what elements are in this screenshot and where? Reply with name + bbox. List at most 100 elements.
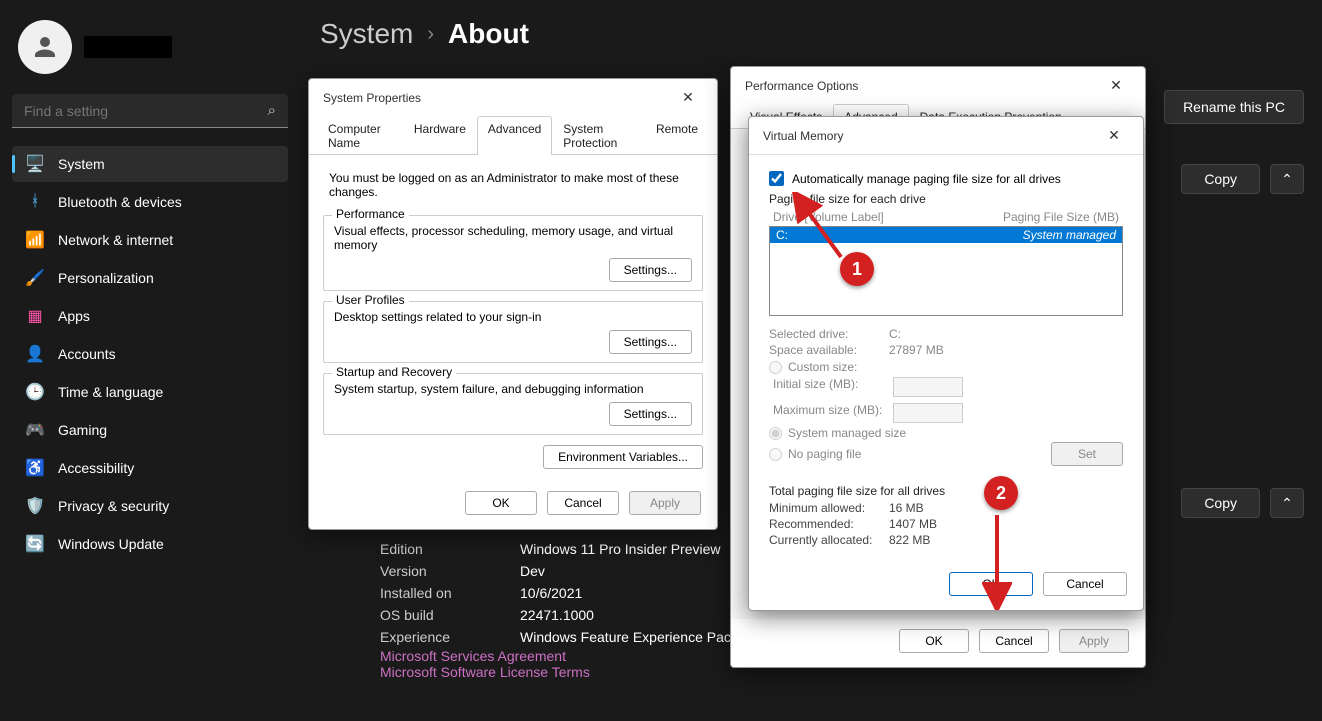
rename-pc-button[interactable]: Rename this PC	[1164, 90, 1304, 124]
chevron-right-icon: ›	[427, 23, 434, 46]
tab-advanced[interactable]: Advanced	[477, 116, 552, 155]
perfopts-title: Performance Options	[745, 79, 858, 93]
system-managed-label: System managed size	[788, 426, 906, 440]
spec-row: EditionWindows 11 Pro Insider Preview	[380, 538, 765, 560]
nav-label: Bluetooth & devices	[58, 194, 182, 210]
vmem-cancel-button[interactable]: Cancel	[1043, 572, 1127, 596]
startup-settings-button[interactable]: Settings...	[609, 402, 692, 426]
vmem-title: Virtual Memory	[763, 129, 843, 143]
nav-icon: 🖌️	[26, 269, 44, 287]
nav-label: Network & internet	[58, 232, 173, 248]
spec-key: Installed on	[380, 585, 490, 601]
sidebar-item-system[interactable]: 🖥️System	[12, 146, 288, 182]
settings-sidebar: ⌕ 🖥️System ᚼ Bluetooth & devices 📶Network &…	[0, 0, 300, 721]
expand-button-2[interactable]: ⌃	[1270, 488, 1304, 518]
sidebar-item-windows-update[interactable]: 🔄Windows Update	[12, 526, 288, 562]
nav-label: Time & language	[58, 384, 163, 400]
close-icon[interactable]: ✕	[1099, 127, 1129, 144]
sidebar-item-network-internet[interactable]: 📶Network & internet	[12, 222, 288, 258]
spec-key: Experience	[380, 629, 490, 645]
profiles-settings-button[interactable]: Settings...	[609, 330, 692, 354]
person-icon	[30, 32, 60, 62]
perf-desc: Visual effects, processor scheduling, me…	[334, 224, 692, 252]
spec-value: 10/6/2021	[520, 585, 582, 601]
initial-size-label: Initial size (MB):	[773, 377, 893, 397]
sysprops-apply-button[interactable]: Apply	[629, 491, 701, 515]
custom-size-radio	[769, 361, 782, 374]
license-link[interactable]: Microsoft Software License Terms	[380, 664, 765, 680]
custom-size-label: Custom size:	[788, 360, 857, 374]
sidebar-item-bluetooth-devices[interactable]: ᚼ Bluetooth & devices	[12, 184, 288, 220]
sidebar-item-personalization[interactable]: 🖌️Personalization	[12, 260, 288, 296]
nav-icon: 🛡️	[26, 497, 44, 515]
breadcrumb-parent[interactable]: System	[320, 18, 413, 50]
set-button: Set	[1051, 442, 1123, 466]
max-size-label: Maximum size (MB):	[773, 403, 893, 423]
auto-manage-checkbox[interactable]	[769, 171, 784, 186]
spec-value: Dev	[520, 563, 545, 579]
annotation-arrow-1	[786, 192, 846, 262]
nav-icon: 🎮	[26, 421, 44, 439]
space-available-label: Space available:	[769, 343, 889, 357]
windows-specs: EditionWindows 11 Pro Insider Preview Ver…	[380, 538, 765, 680]
perfopts-apply-button[interactable]: Apply	[1059, 629, 1129, 653]
sidebar-item-time-language[interactable]: 🕒 Time & language	[12, 374, 288, 410]
chevron-up-icon: ⌃	[1281, 495, 1293, 512]
nav-label: Accounts	[58, 346, 116, 362]
license-link[interactable]: Microsoft Services Agreement	[380, 648, 765, 664]
total-row: Currently allocated:822 MB	[769, 532, 1123, 548]
user-name-redacted	[84, 36, 172, 58]
total-row: Minimum allowed:16 MB	[769, 500, 1123, 516]
total-key: Recommended:	[769, 517, 889, 531]
sysprops-title: System Properties	[323, 91, 421, 105]
sidebar-item-gaming[interactable]: 🎮 Gaming	[12, 412, 288, 448]
profiles-desc: Desktop settings related to your sign-in	[334, 310, 692, 324]
spec-key: Version	[380, 563, 490, 579]
sidebar-item-accessibility[interactable]: ♿Accessibility	[12, 450, 288, 486]
auto-manage-checkbox-row[interactable]: Automatically manage paging file size fo…	[769, 169, 1123, 188]
nav-label: Gaming	[58, 422, 107, 438]
total-value: 16 MB	[889, 501, 924, 515]
perfopts-ok-button[interactable]: OK	[899, 629, 969, 653]
sysprops-ok-button[interactable]: OK	[465, 491, 537, 515]
close-icon[interactable]: ✕	[673, 89, 703, 106]
startup-legend: Startup and Recovery	[332, 365, 456, 379]
nav-icon: 🕒	[26, 383, 44, 401]
total-value: 822 MB	[889, 533, 930, 547]
spec-value: Windows 11 Pro Insider Preview	[520, 541, 720, 557]
initial-size-input	[893, 377, 963, 397]
auto-manage-label: Automatically manage paging file size fo…	[792, 172, 1061, 186]
nav-icon: 🖥️	[26, 155, 44, 173]
expand-button-1[interactable]: ⌃	[1270, 164, 1304, 194]
perfopts-cancel-button[interactable]: Cancel	[979, 629, 1049, 653]
copy-button-1[interactable]: Copy	[1181, 164, 1260, 194]
sysprops-cancel-button[interactable]: Cancel	[547, 491, 619, 515]
drive-size: System managed	[1023, 228, 1116, 242]
spec-value: 22471.1000	[520, 607, 594, 623]
user-block[interactable]	[12, 12, 288, 94]
tab-hardware[interactable]: Hardware	[403, 116, 477, 155]
tab-system-protection[interactable]: System Protection	[552, 116, 645, 155]
sidebar-item-accounts[interactable]: 👤Accounts	[12, 336, 288, 372]
spec-row: Experience Windows Feature Experience Pac…	[380, 626, 765, 648]
search-input[interactable]	[12, 94, 288, 128]
copy-button-2[interactable]: Copy	[1181, 488, 1260, 518]
tab-computer-name[interactable]: Computer Name	[317, 116, 403, 155]
nav-icon: ▦	[26, 307, 44, 325]
sidebar-item-apps[interactable]: ▦Apps	[12, 298, 288, 334]
env-vars-button[interactable]: Environment Variables...	[543, 445, 703, 469]
perf-settings-button[interactable]: Settings...	[609, 258, 692, 282]
system-properties-dialog: System Properties ✕ Computer NameHardwar…	[308, 78, 718, 530]
chevron-up-icon: ⌃	[1281, 171, 1293, 188]
max-size-input	[893, 403, 963, 423]
tab-remote[interactable]: Remote	[645, 116, 709, 155]
search-icon: ⌕	[268, 102, 276, 119]
sidebar-item-privacy-security[interactable]: 🛡️Privacy & security	[12, 488, 288, 524]
total-key: Currently allocated:	[769, 533, 889, 547]
nav-icon: ᚼ	[26, 193, 44, 211]
nav-icon: 🔄	[26, 535, 44, 553]
admin-note: You must be logged on as an Administrato…	[323, 167, 703, 205]
selected-drive-value: C:	[889, 327, 901, 341]
spec-value: Windows Feature Experience Pack 100	[520, 629, 765, 645]
close-icon[interactable]: ✕	[1101, 77, 1131, 94]
